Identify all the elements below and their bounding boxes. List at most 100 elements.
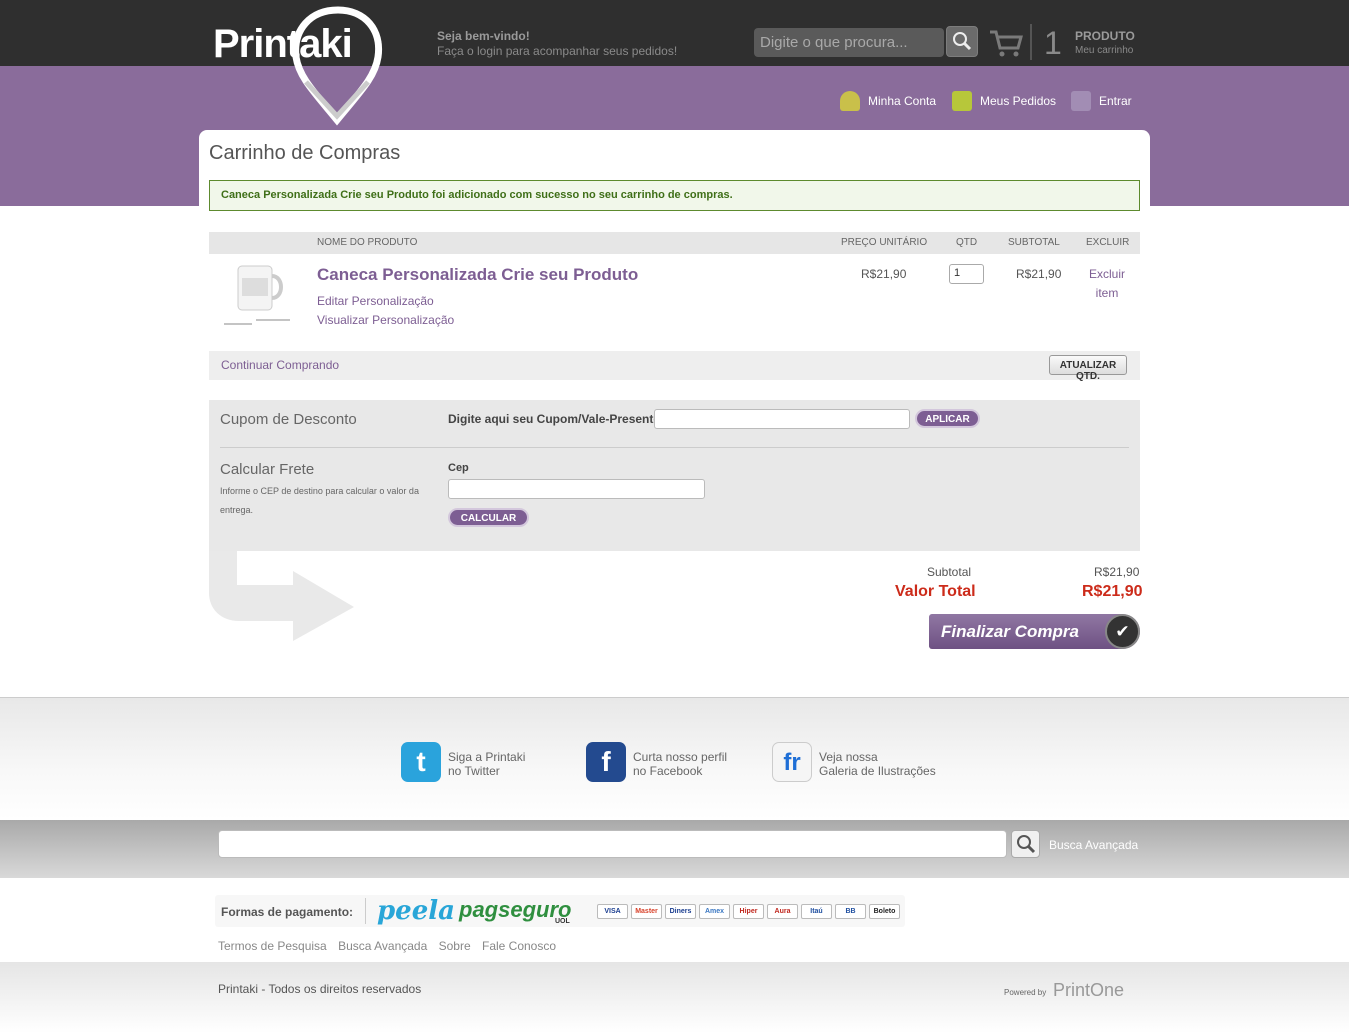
continue-shopping-link[interactable]: Continuar Comprando [221,358,339,372]
apply-coupon-button[interactable]: APLICAR [915,409,980,428]
header-search-input[interactable]: Digite o que procura... [754,28,944,57]
footer-link-busca[interactable]: Busca Avançada [338,939,427,953]
arrow-decoration-icon [209,551,359,643]
finalize-purchase-button[interactable]: Finalizar Compra ✔ [929,614,1140,649]
user-icon [840,91,860,111]
footer-links: Termos de Pesquisa Busca Avançada Sobre … [218,939,564,953]
cart-count[interactable]: 1 [1044,25,1062,62]
footer-search-input[interactable] [218,830,1007,858]
welcome-block: Seja bem-vindo! Faça o login para acompa… [437,29,677,58]
th-unit-price: PREÇO UNITÁRIO [841,237,928,248]
coupon-title: Cupom de Desconto [220,411,357,428]
shipping-description: Informe o CEP de destino para calcular o… [220,486,419,515]
cart-label-sub: Meu carrinho [1075,45,1134,56]
orders-icon [952,91,972,111]
twitter-line1: Siga a Printaki [448,750,526,764]
flickr-line1: Veja nossa [819,750,878,764]
copyright-text: Printaki - Todos os direitos reservados [218,982,422,996]
header-search-button[interactable] [946,26,978,57]
visa-card-icon: VISA [597,904,628,919]
boleto-icon: Boleto [869,904,900,919]
subtotal-label: Subtotal [927,565,972,579]
calculate-shipping-button[interactable]: CALCULAR [448,508,529,527]
twitter-label: Siga a Printaki no Twitter [448,742,525,782]
search-icon [1017,835,1036,854]
twitter-line2: no Twitter [448,764,500,778]
itau-icon: Itaú [801,904,832,919]
product-name-link[interactable]: Caneca Personalizada Crie seu Produto [317,265,638,285]
cart-icon[interactable] [988,28,1024,58]
facebook-icon: f [586,742,626,782]
quantity-input[interactable]: 1 [949,264,984,284]
update-qty-button[interactable]: ATUALIZAR QTD. [1049,355,1127,382]
mastercard-icon: Master [631,904,662,919]
subtotal-value: R$21,90 [1094,565,1140,579]
footer-search-button[interactable] [1011,830,1040,858]
bb-icon: BB [835,904,866,919]
welcome-title: Seja bem-vindo! [437,29,530,43]
welcome-subtitle[interactable]: Faça o login para acompanhar seus pedido… [437,44,677,58]
th-product-name: NOME DO PRODUTO [317,237,418,248]
cep-label: Cep [448,462,469,474]
peela-logo: peela [377,896,455,926]
printone-logo[interactable]: PrintOne [1053,980,1124,1001]
facebook-label: Curta nosso perfil no Facebook [633,742,727,782]
product-thumbnail[interactable] [222,262,294,332]
nav-minha-conta-label: Minha Conta [868,94,937,108]
item-subtotal: R$21,90 [1016,267,1062,281]
footer-bottom-band [0,962,1349,1033]
advanced-search-link[interactable]: Busca Avançada [1049,838,1138,852]
nav-minha-conta[interactable]: Minha Conta [840,90,936,112]
pagseguro-uol-label: UOL [555,918,570,925]
edit-customization-link[interactable]: Editar Personalização [317,294,434,308]
printaki-logo[interactable]: Printaki [210,2,385,127]
remove-item-link[interactable]: Excluir item [1080,265,1134,303]
coupon-input[interactable] [654,409,910,429]
lock-icon [1071,91,1091,111]
flickr-icon: fr [772,742,812,782]
cart-divider [1030,24,1032,60]
facebook-link[interactable]: f Curta nosso perfil no Facebook [586,742,727,782]
flickr-label: Veja nossa Galeria de Ilustrações [819,742,936,782]
payments-divider [365,898,366,924]
th-qty: QTD [956,237,978,248]
footer-link-contato[interactable]: Fale Conosco [482,939,556,953]
cart-label[interactable]: PRODUTO Meu carrinho [1075,29,1135,56]
logo-text: Printaki [213,22,353,66]
twitter-icon: t [401,742,441,782]
total-label: Valor Total [895,583,976,600]
page-title: Carrinho de Compras [209,142,401,164]
facebook-line2: no Facebook [633,764,703,778]
diners-card-icon: Diners [665,904,696,919]
mug-icon [224,265,290,325]
nav-meus-pedidos[interactable]: Meus Pedidos [952,90,1056,112]
powered-by-label: Powered by [1004,988,1047,997]
cep-input[interactable] [448,479,705,499]
search-icon [953,32,972,51]
finalize-label: Finalizar Compra [941,622,1079,641]
view-customization-link[interactable]: Visualizar Personalização [317,313,454,327]
total-value: R$21,90 [1082,583,1143,600]
success-message: Caneca Personalizada Crie seu Produto fo… [209,180,1140,211]
hipercard-icon: Hiper [733,904,764,919]
cart-actions-row [209,351,1140,380]
nav-entrar[interactable]: Entrar [1071,90,1132,112]
aura-card-icon: Aura [767,904,798,919]
twitter-link[interactable]: t Siga a Printaki no Twitter [401,742,525,782]
footer-link-termos[interactable]: Termos de Pesquisa [218,939,327,953]
nav-meus-pedidos-label: Meus Pedidos [980,94,1057,108]
coupon-label: Digite aqui seu Cupom/Vale-Presente. [448,412,664,426]
shipping-title: Calcular Frete [220,461,315,478]
footer-link-sobre[interactable]: Sobre [439,939,471,953]
payments-label: Formas de pagamento: [221,905,354,919]
check-icon: ✔ [1105,614,1140,649]
cart-table-header: NOME DO PRODUTO PREÇO UNITÁRIO QTD SUBTO… [209,232,1140,254]
facebook-line1: Curta nosso perfil [633,750,728,764]
flickr-link[interactable]: fr Veja nossa Galeria de Ilustrações [772,742,936,782]
th-remove: EXCLUIR [1086,237,1130,248]
th-subtotal: SUBTOTAL [1008,237,1060,248]
nav-entrar-label: Entrar [1099,94,1132,108]
unit-price: R$21,90 [861,267,907,281]
cart-label-title: PRODUTO [1075,29,1135,43]
amex-card-icon: Amex [699,904,730,919]
